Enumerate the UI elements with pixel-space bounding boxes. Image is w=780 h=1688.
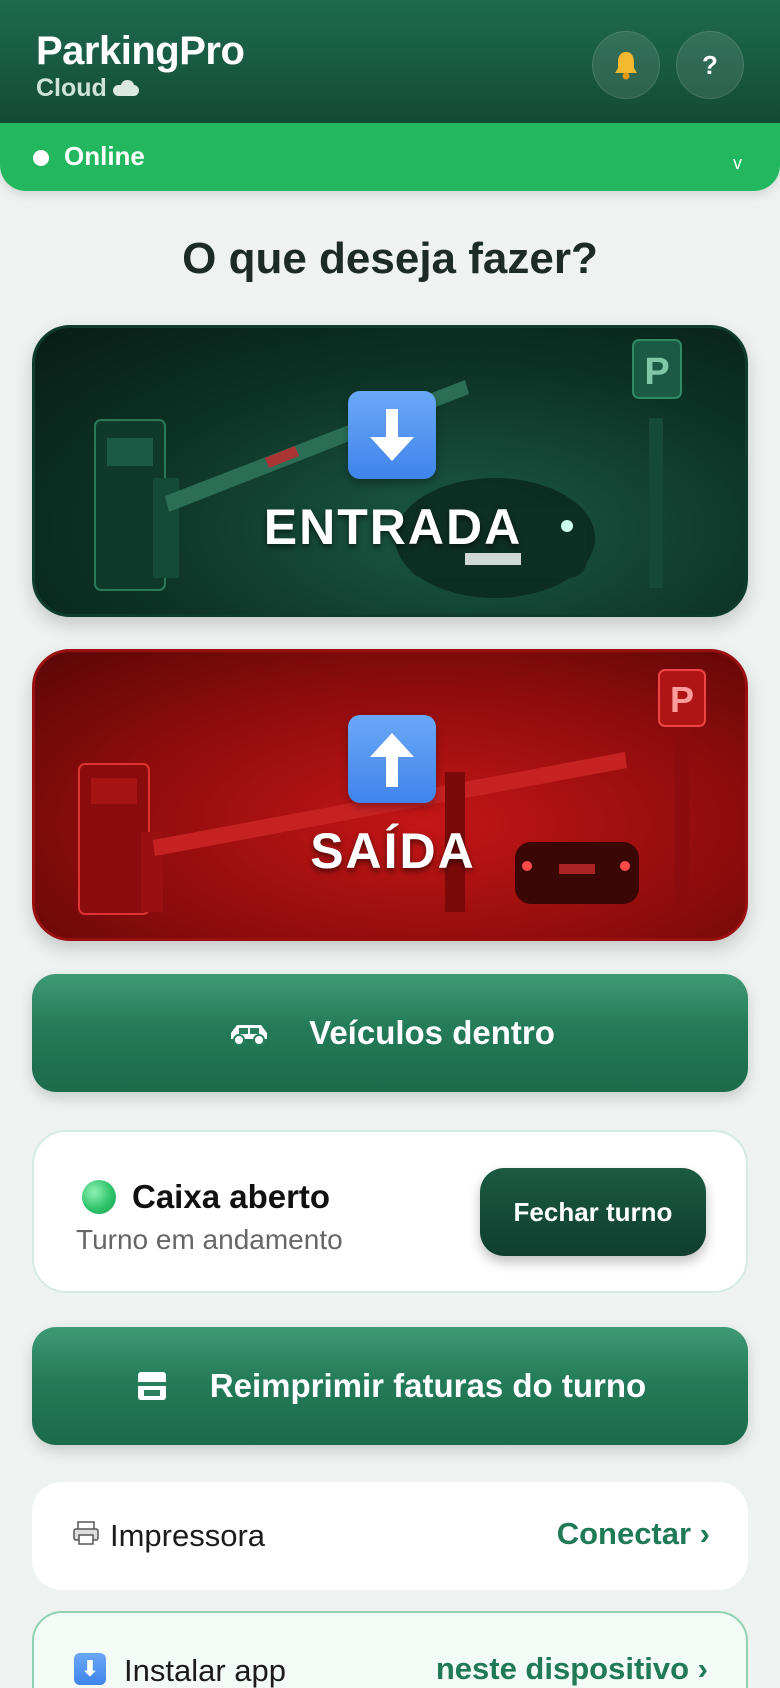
install-app-link[interactable]: neste dispositivo › — [436, 1651, 708, 1687]
car-icon — [231, 1025, 268, 1046]
app-title: ParkingPro — [36, 29, 245, 73]
printer-icon — [137, 1372, 166, 1400]
printer-row[interactable]: Impressora Conectar › — [32, 1482, 748, 1590]
cash-status-title: Caixa aberto — [132, 1178, 331, 1215]
install-app-row[interactable]: ⬇ Instalar app neste dispositivo › — [32, 1611, 748, 1688]
cash-status-dot — [82, 1180, 116, 1214]
reprint-invoices-button[interactable]: Reimprimir faturas do turno — [32, 1327, 748, 1445]
reprint-invoices-label: Reimprimir faturas do turno — [209, 1367, 647, 1404]
status-dot — [33, 150, 49, 166]
arrow-down-icon — [348, 391, 436, 479]
svg-text:P: P — [670, 679, 694, 720]
arrow-up-icon — [348, 715, 436, 803]
download-icon: ⬇ — [74, 1653, 106, 1685]
close-shift-button[interactable]: Fechar turno — [480, 1168, 706, 1256]
saida-button[interactable]: P SAÍDA — [32, 649, 748, 941]
status-label: Online — [64, 141, 145, 171]
cloud-icon — [112, 80, 139, 96]
help-button[interactable]: ? — [676, 31, 744, 99]
vehicles-inside-label: Veículos dentro — [309, 1014, 555, 1051]
bell-icon — [615, 52, 637, 80]
cash-status-card: Caixa aberto Turno em andamento Fechar t… — [32, 1130, 748, 1293]
printer-label: Impressora — [110, 1518, 266, 1553]
svg-text:P: P — [644, 351, 669, 393]
question-mark-icon: ? — [702, 49, 718, 80]
app-subtitle: Cloud — [36, 74, 244, 102]
app-subtitle-text: Cloud — [36, 74, 107, 102]
printer-connect-link[interactable]: Conectar › — [557, 1516, 710, 1552]
vehicles-inside-button[interactable]: Veículos dentro — [32, 974, 748, 1092]
chevron-down-icon: v — [733, 153, 742, 173]
connection-status-bar[interactable]: Online v — [0, 123, 780, 191]
cash-status-subtitle: Turno em andamento — [76, 1224, 343, 1255]
page-title: O que deseja fazer? — [182, 234, 598, 283]
notifications-button[interactable] — [592, 31, 660, 99]
printer-icon — [73, 1521, 99, 1545]
install-app-label: Instalar app — [124, 1653, 286, 1688]
saida-label: SAÍDA — [310, 823, 476, 879]
entrada-label: ENTRADA — [263, 499, 523, 555]
entrada-button[interactable]: P ENTRADA — [32, 325, 748, 617]
brand: ParkingPro Cloud — [36, 28, 245, 102]
app-header: ParkingPro Cloud ? — [0, 0, 780, 124]
